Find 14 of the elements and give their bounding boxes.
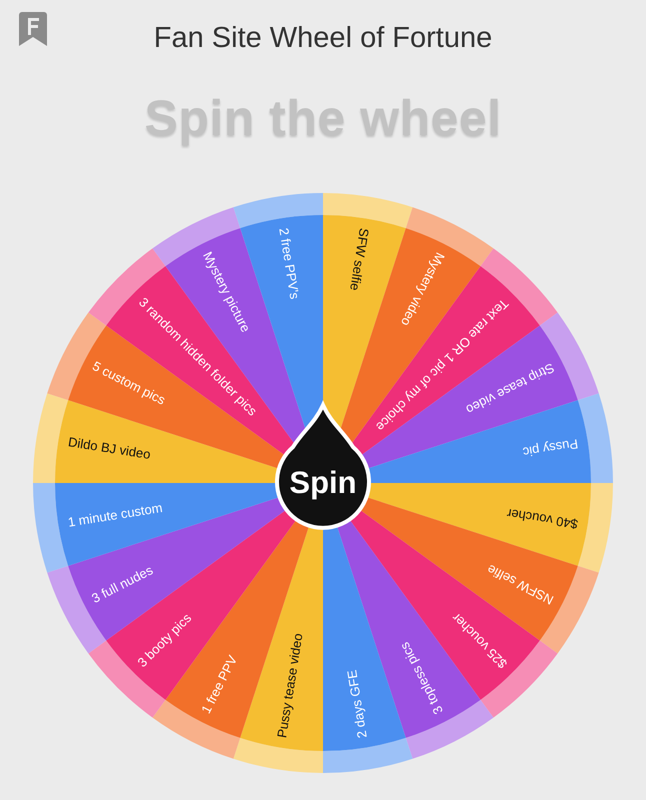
spin-button[interactable]: Spin	[275, 403, 371, 530]
segment-label: Strip tease video	[464, 360, 557, 418]
bookmark-icon[interactable]	[19, 12, 47, 46]
segment-label: 3 full nudes	[89, 562, 156, 606]
segment-label: Pussy pic	[522, 436, 580, 460]
segment-label: 1 free PPV	[198, 652, 240, 716]
segment-label: 2 free PPV's	[276, 226, 302, 300]
segment-label: 1 minute custom	[66, 500, 164, 530]
page-title: Fan Site Wheel of Fortune	[154, 22, 492, 54]
segment-label: 2 days GFE	[344, 669, 370, 740]
segment-label: SFW selfie	[347, 227, 372, 292]
segment-label: Pussy tease video	[274, 632, 306, 739]
segment-label: Dildo BJ video	[67, 434, 152, 462]
segment-label: $40 voucher	[506, 506, 579, 532]
